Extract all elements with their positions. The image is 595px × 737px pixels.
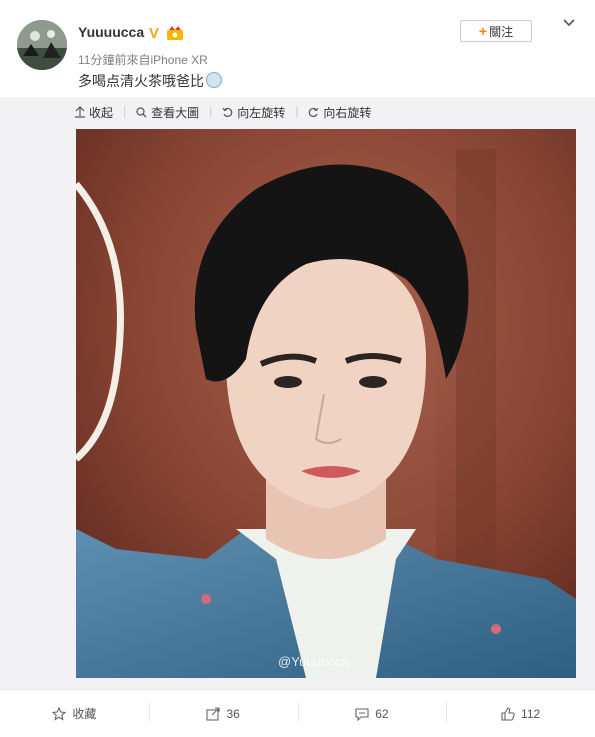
comment-button[interactable]: 62 xyxy=(297,690,447,737)
star-icon xyxy=(52,706,67,721)
favorite-label: 收藏 xyxy=(72,707,97,721)
comment-icon xyxy=(355,707,369,721)
view-large-label: 查看大圖 xyxy=(151,105,200,120)
rotate-left-icon xyxy=(222,107,233,117)
collapse-label: 收起 xyxy=(89,105,114,120)
repost-count: 36 xyxy=(226,706,240,721)
thumbs-up-icon xyxy=(501,706,515,721)
rotate-left-label: 向左旋转 xyxy=(237,105,286,120)
follow-label: 關注 xyxy=(489,24,514,39)
image-watermark: @Yuuuucca xyxy=(278,654,349,669)
image-toolbar: 收起 | 查看大圖 | 向左旋转 | 向右旋转 xyxy=(75,104,381,120)
post-header: Yuuuucca V 11分鐘前來自iPhone XR 多喝点清火茶哦爸比 + … xyxy=(0,0,595,97)
portrait-image xyxy=(76,129,576,678)
search-icon xyxy=(136,106,147,117)
upload-arrow-icon xyxy=(75,106,85,118)
plus-icon: + xyxy=(478,23,488,39)
post-footer: 收藏 36 62 112 xyxy=(0,689,595,737)
member-crown-icon xyxy=(167,26,183,40)
post-photo[interactable]: @Yuuuucca xyxy=(76,129,576,678)
repost-button[interactable]: 36 xyxy=(148,690,298,737)
media-panel: 收起 | 查看大圖 | 向左旋转 | 向右旋转 @Yuuuucca xyxy=(0,97,595,689)
share-icon xyxy=(206,706,220,721)
view-large-button[interactable]: 查看大圖 xyxy=(136,104,199,120)
rotate-right-label: 向右旋转 xyxy=(323,105,372,120)
username[interactable]: Yuuuucca xyxy=(78,24,144,40)
like-count: 112 xyxy=(521,706,541,721)
collapse-button[interactable]: 收起 xyxy=(75,104,113,120)
favorite-button[interactable]: 收藏 xyxy=(0,690,149,737)
toolbar-divider: | xyxy=(123,104,127,118)
toolbar-divider: | xyxy=(295,104,299,118)
like-button[interactable]: 112 xyxy=(446,690,595,737)
chevron-down-icon[interactable] xyxy=(561,14,577,30)
rotate-right-icon xyxy=(309,107,319,117)
verified-badge-icon: V xyxy=(149,25,160,42)
comment-count: 62 xyxy=(375,706,389,721)
toolbar-divider: | xyxy=(209,104,213,118)
rotate-right-button[interactable]: 向右旋转 xyxy=(308,104,371,120)
post-meta: 11分鐘前來自iPhone XR xyxy=(78,53,208,67)
avatar[interactable] xyxy=(17,20,67,70)
post-text: 多喝点清火茶哦爸比 xyxy=(78,71,222,91)
follow-button[interactable]: + 關注 xyxy=(460,20,532,42)
rotate-left-button[interactable]: 向左旋转 xyxy=(222,104,285,120)
post-text-content: 多喝点清火茶哦爸比 xyxy=(78,73,204,89)
emoji-icon xyxy=(206,72,222,88)
